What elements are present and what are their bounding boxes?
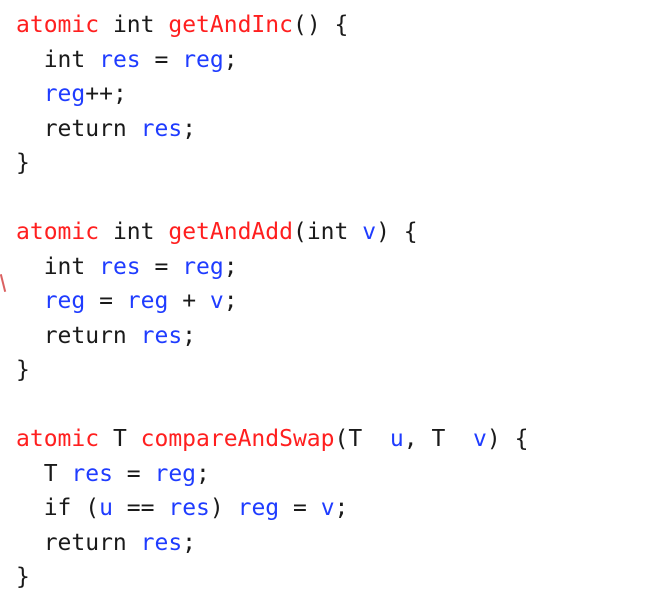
code-identifier: res bbox=[99, 46, 141, 73]
code-identifier: reg bbox=[182, 46, 224, 73]
code-identifier: reg bbox=[126, 288, 169, 314]
code-text: + bbox=[168, 288, 210, 314]
red-margin-mark bbox=[0, 274, 7, 292]
code-text: } bbox=[16, 150, 30, 176]
code-text: (T bbox=[334, 426, 390, 452]
code-text: ; bbox=[196, 460, 210, 487]
code-text: ; bbox=[334, 495, 349, 521]
code-text: ) { bbox=[376, 219, 418, 245]
code-keyword: atomic bbox=[16, 219, 100, 245]
code-text: int bbox=[99, 219, 169, 245]
code-identifier: reg bbox=[182, 253, 224, 280]
code-text: if ( bbox=[16, 495, 100, 521]
code-text: = bbox=[140, 46, 183, 73]
code-line: if (u == res) reg = v; bbox=[16, 491, 667, 526]
code-identifier: reg bbox=[43, 288, 86, 314]
code-keyword: getAndAdd bbox=[168, 219, 293, 245]
code-line: atomic int getAndAdd(int v) { bbox=[16, 215, 667, 250]
code-identifier: v bbox=[362, 219, 377, 245]
code-text: } bbox=[16, 564, 30, 590]
code-text: return bbox=[16, 529, 141, 556]
code-text: ; bbox=[182, 115, 197, 142]
code-text: == bbox=[112, 495, 169, 521]
code-line: reg++; bbox=[16, 77, 667, 112]
code-identifier: u bbox=[99, 495, 113, 521]
code-identifier: res bbox=[140, 115, 183, 142]
code-text: ; bbox=[182, 529, 197, 556]
code-line: atomic T compareAndSwap(T u, T v) { bbox=[16, 422, 667, 457]
code-line: int res = reg; bbox=[16, 43, 667, 78]
code-line: } bbox=[16, 146, 667, 181]
code-identifier: res bbox=[140, 529, 183, 556]
code-text: int bbox=[16, 253, 100, 280]
code-text: ) bbox=[209, 495, 238, 521]
code-identifier: v bbox=[473, 426, 487, 452]
code-text: () { bbox=[292, 12, 349, 38]
code-text: ; bbox=[223, 288, 238, 314]
code-text: = bbox=[279, 495, 321, 521]
code-line: } bbox=[16, 353, 667, 388]
code-line: return res; bbox=[16, 526, 667, 561]
code-identifier: res bbox=[140, 322, 183, 349]
code-keyword: compareAndSwap bbox=[140, 426, 335, 452]
code-identifier: u bbox=[389, 426, 404, 452]
code-identifier: reg bbox=[43, 81, 86, 107]
code-text: = bbox=[112, 460, 155, 487]
code-line: } bbox=[16, 560, 667, 595]
code-identifier: reg bbox=[154, 460, 197, 487]
code-text: = bbox=[140, 253, 183, 280]
code-line: return res; bbox=[16, 112, 667, 147]
code-line: T res = reg; bbox=[16, 457, 667, 492]
code-identifier: res bbox=[99, 253, 141, 280]
code-text: , T bbox=[403, 426, 474, 452]
code-text: ; bbox=[182, 322, 197, 349]
code-text: ++; bbox=[85, 81, 127, 107]
code-text: return bbox=[16, 115, 141, 142]
code-text: (int bbox=[292, 219, 363, 245]
code-identifier: res bbox=[71, 460, 113, 487]
code-identifier: v bbox=[209, 288, 224, 314]
code-keyword: getAndInc bbox=[168, 12, 293, 38]
code-line: int res = reg; bbox=[16, 250, 667, 285]
code-text: return bbox=[16, 322, 141, 349]
code-text: int bbox=[99, 12, 169, 38]
code-line: atomic int getAndInc() { bbox=[16, 8, 667, 43]
code-line: return res; bbox=[16, 319, 667, 354]
code-line: reg = reg + v; bbox=[16, 284, 667, 319]
code-text: int bbox=[16, 46, 100, 73]
code-text: } bbox=[16, 357, 30, 383]
code-text: ) { bbox=[486, 426, 529, 452]
code-text: T bbox=[16, 460, 72, 487]
code-text: ; bbox=[223, 46, 238, 73]
code-block: atomic int getAndInc() { int res = reg; … bbox=[16, 8, 667, 590]
code-keyword: atomic bbox=[16, 12, 100, 38]
code-identifier: res bbox=[168, 495, 210, 521]
code-identifier: reg bbox=[237, 495, 280, 521]
code-text: ; bbox=[223, 253, 238, 280]
code-keyword: atomic bbox=[16, 426, 100, 452]
code-text: T bbox=[99, 426, 141, 452]
code-text: = bbox=[85, 288, 127, 314]
page: { "code_lines": [ [ {"t":"atomic","c":"r… bbox=[0, 0, 671, 590]
code-identifier: v bbox=[320, 495, 335, 521]
